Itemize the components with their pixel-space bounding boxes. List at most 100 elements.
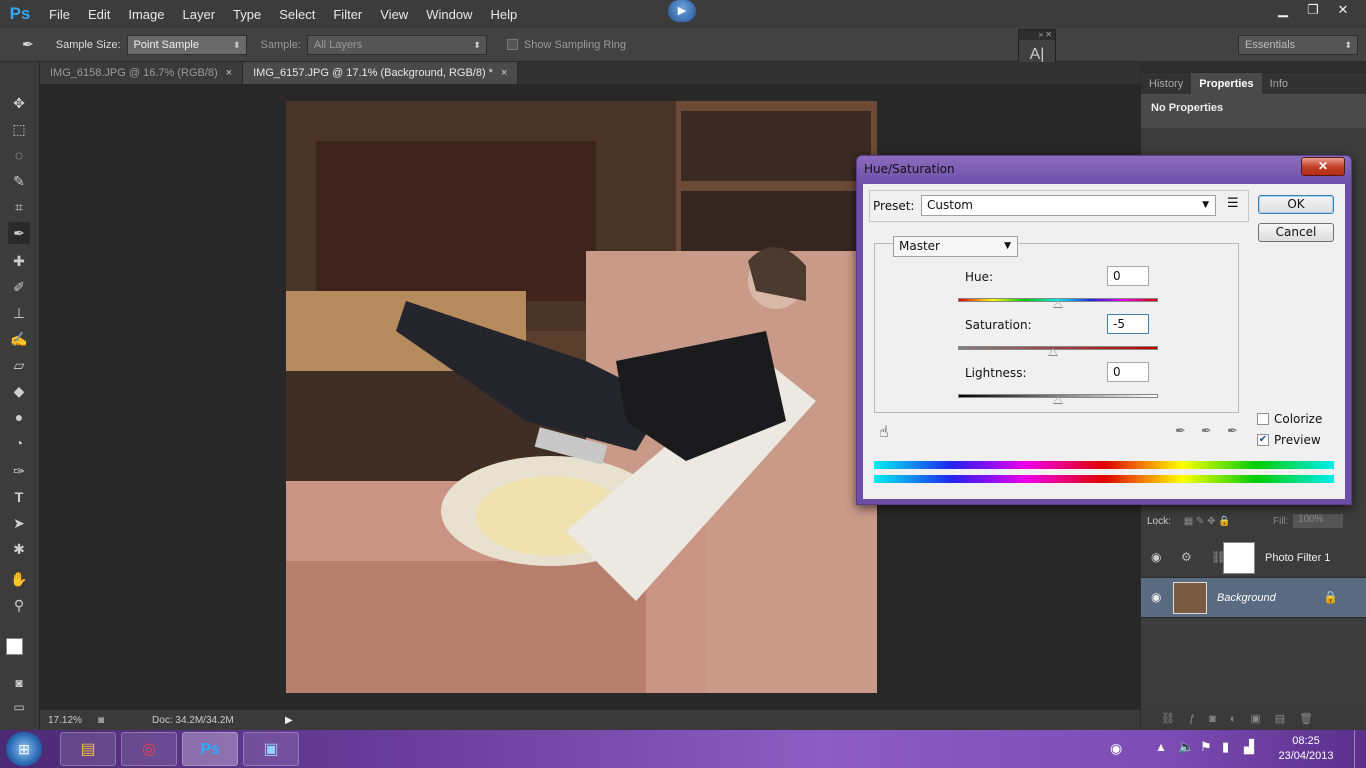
minimize-icon[interactable]: ▁ xyxy=(1268,0,1298,20)
brush-tool-icon[interactable]: ✐ xyxy=(8,276,30,298)
show-ring-checkbox[interactable] xyxy=(506,39,518,50)
menu-file[interactable]: File xyxy=(40,7,79,22)
network-icon[interactable]: ◉ xyxy=(1110,740,1122,757)
history-brush-tool-icon[interactable]: ✍ xyxy=(8,328,30,350)
move-tool-icon[interactable]: ✥ xyxy=(8,92,30,114)
hue-slider-thumb[interactable] xyxy=(1053,300,1063,308)
targeted-adjustment-hand-icon[interactable]: ☝ xyxy=(879,422,889,441)
saturation-slider[interactable] xyxy=(958,346,1158,350)
ok-button[interactable]: OK xyxy=(1258,195,1334,214)
preset-select[interactable]: Custom ▼ xyxy=(921,195,1216,216)
network-signal-icon[interactable]: ▟ xyxy=(1244,739,1254,755)
tab-info[interactable]: Info xyxy=(1262,73,1296,94)
zoom-tool-icon[interactable]: ⚲ xyxy=(8,594,30,616)
sample-label: Sample: xyxy=(260,38,301,51)
path-select-tool-icon[interactable]: ➤ xyxy=(8,512,30,534)
restore-icon[interactable]: ❐ xyxy=(1298,0,1328,20)
layer-name[interactable]: Background xyxy=(1217,592,1276,604)
tab-close-icon[interactable]: × xyxy=(226,67,232,79)
doc-tab-img6157[interactable]: IMG_6157.JPG @ 17.1% (Background, RGB/8)… xyxy=(243,62,519,84)
screen-mode-icon[interactable]: ▭ xyxy=(8,696,30,718)
eyedropper-icon[interactable]: ✒ xyxy=(22,36,34,53)
healing-brush-tool-icon[interactable]: ✚ xyxy=(8,250,30,272)
sample-select[interactable]: All Layers ⬍ xyxy=(306,34,487,55)
menu-view[interactable]: View xyxy=(371,7,417,22)
tab-history[interactable]: History xyxy=(1141,73,1191,94)
paint-bucket-tool-icon[interactable]: ◆ xyxy=(8,380,30,402)
menu-layer[interactable]: Layer xyxy=(174,7,225,22)
menu-window[interactable]: Window xyxy=(417,7,481,22)
explorer-taskbar-icon[interactable]: ▤ xyxy=(60,732,116,766)
eyedropper-tool-icon[interactable]: ✒ xyxy=(8,222,30,244)
dodge-tool-icon[interactable]: ◔ xyxy=(8,432,30,454)
eye-icon[interactable]: ◉ xyxy=(1151,590,1161,604)
shape-tool-icon[interactable]: ✱ xyxy=(8,538,30,560)
status-info-icon[interactable]: ◙ xyxy=(98,715,104,726)
fill-input[interactable]: 100% xyxy=(1293,514,1343,528)
menu-edit[interactable]: Edit xyxy=(79,7,119,22)
windows-taskbar: ⊞ ▤ ◎ Ps ▣ ◉ ▲ 🔈 ⚑ ▮ ▟ 08:25 23/04/2013 xyxy=(0,730,1366,768)
hue-label: Hue: xyxy=(965,270,994,284)
eyedropper-minus-icon[interactable]: ✒ xyxy=(1227,424,1238,439)
channel-select[interactable]: Master ▼ xyxy=(893,236,1018,257)
menu-type[interactable]: Type xyxy=(224,7,270,22)
photo-viewer-taskbar-icon[interactable]: ▣ xyxy=(243,732,299,766)
zoom-level[interactable]: 17.12% xyxy=(48,715,88,726)
eye-icon[interactable]: ◉ xyxy=(1151,550,1161,564)
eyedropper-plus-icon[interactable]: ✒ xyxy=(1201,424,1212,439)
type-tool-icon[interactable]: T xyxy=(8,486,30,508)
marquee-tool-icon[interactable]: ⬚ xyxy=(8,118,30,140)
colorize-checkbox[interactable] xyxy=(1257,413,1269,425)
start-button-icon[interactable]: ⊞ xyxy=(6,732,42,766)
app-launch-icon[interactable]: ▶ xyxy=(668,0,696,22)
lasso-tool-icon[interactable]: ◌ xyxy=(8,144,30,166)
hand-tool-icon[interactable]: ✋ xyxy=(8,568,30,590)
preset-options-icon[interactable]: ☰ xyxy=(1227,196,1239,211)
show-desktop-button[interactable] xyxy=(1354,730,1366,768)
flag-icon[interactable]: ⚑ xyxy=(1200,739,1212,755)
tab-properties[interactable]: Properties xyxy=(1191,73,1262,94)
tab-close-icon[interactable]: × xyxy=(501,67,507,79)
eraser-tool-icon[interactable]: ▱ xyxy=(8,354,30,376)
lightness-input[interactable]: 0 xyxy=(1107,362,1149,382)
clock[interactable]: 08:25 23/04/2013 xyxy=(1275,734,1337,764)
crop-tool-icon[interactable]: ⌗ xyxy=(8,196,30,218)
document-image[interactable] xyxy=(286,101,877,693)
photoshop-taskbar-icon[interactable]: Ps xyxy=(182,732,238,766)
workspace-select[interactable]: Essentials ⬍ xyxy=(1238,35,1358,55)
layer-thumbnail[interactable] xyxy=(1173,582,1207,614)
sample-size-select[interactable]: Point Sample ⬍ xyxy=(126,34,247,55)
battery-icon[interactable]: ▮ xyxy=(1222,739,1229,755)
quick-mask-icon[interactable]: ◙ xyxy=(8,672,30,694)
lightness-slider-thumb[interactable] xyxy=(1053,396,1063,404)
saturation-input[interactable]: -5 xyxy=(1107,314,1149,334)
tray-expand-icon[interactable]: ▲ xyxy=(1155,740,1167,754)
clone-stamp-tool-icon[interactable]: ⊥ xyxy=(8,302,30,324)
layer-row[interactable]: ◉ Background 🔒 xyxy=(1141,578,1366,618)
close-icon[interactable]: ✕ xyxy=(1328,0,1358,20)
foreground-color-swatch[interactable] xyxy=(6,638,23,655)
menu-image[interactable]: Image xyxy=(119,7,173,22)
cancel-button[interactable]: Cancel xyxy=(1258,223,1334,242)
quick-select-tool-icon[interactable]: ✎ xyxy=(8,170,30,192)
hue-input[interactable]: 0 xyxy=(1107,266,1149,286)
dialog-titlebar[interactable]: Hue/Saturation ✕ xyxy=(857,156,1351,182)
chrome-taskbar-icon[interactable]: ◎ xyxy=(121,732,177,766)
menu-filter[interactable]: Filter xyxy=(324,7,371,22)
doc-tab-img6158[interactable]: IMG_6158.JPG @ 16.7% (RGB/8) × xyxy=(40,62,244,84)
layers-footer-icons[interactable]: ⛓ƒ◙◐▣▤🗑 xyxy=(1141,708,1366,730)
menu-select[interactable]: Select xyxy=(270,7,324,22)
volume-icon[interactable]: 🔈 xyxy=(1178,739,1194,755)
status-menu-arrow-icon[interactable]: ▶ xyxy=(285,715,293,726)
eyedropper-icon[interactable]: ✒ xyxy=(1175,424,1186,439)
layer-row[interactable]: ◉ ⚙ ⛓ Photo Filter 1 xyxy=(1141,538,1366,578)
layer-name[interactable]: Photo Filter 1 xyxy=(1265,552,1330,564)
pen-tool-icon[interactable]: ✑ xyxy=(8,460,30,482)
saturation-slider-thumb[interactable] xyxy=(1048,348,1058,356)
menu-help[interactable]: Help xyxy=(481,7,526,22)
layer-mask-thumbnail[interactable] xyxy=(1223,542,1255,574)
clock-date: 23/04/2013 xyxy=(1278,750,1334,762)
dialog-close-button[interactable]: ✕ xyxy=(1301,157,1345,176)
blur-tool-icon[interactable]: ● xyxy=(8,406,30,428)
preview-checkbox[interactable]: ✔ xyxy=(1257,434,1269,446)
